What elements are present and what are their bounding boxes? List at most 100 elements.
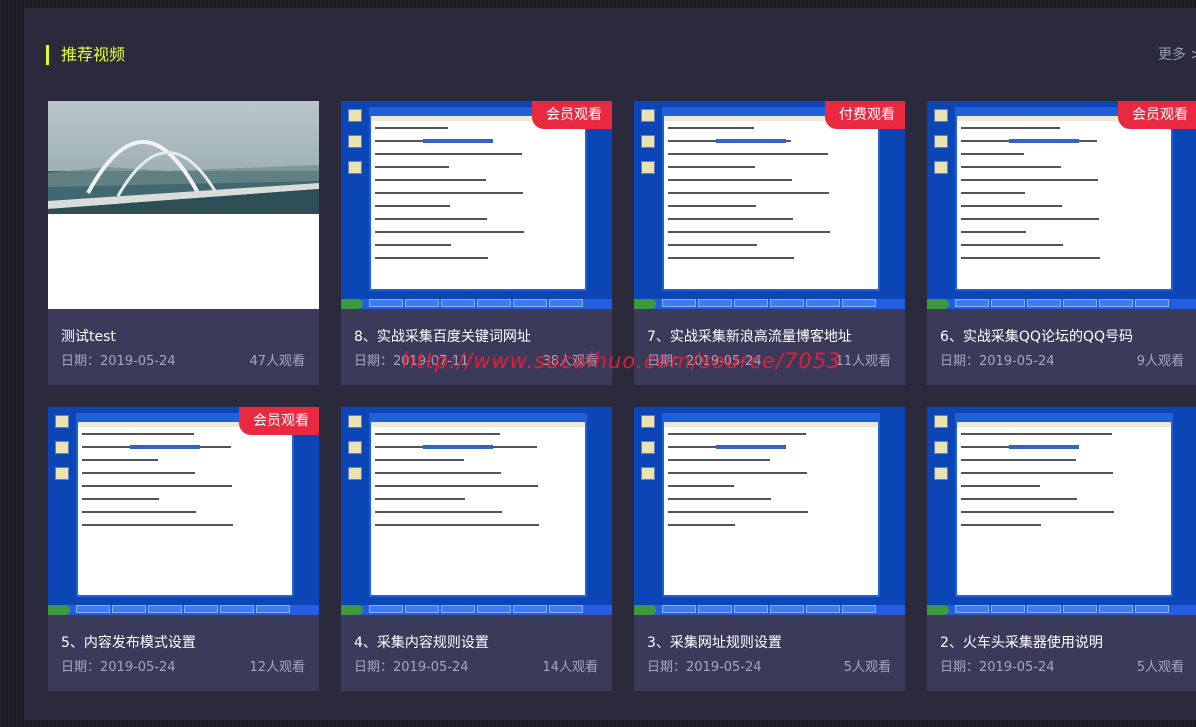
- more-link[interactable]: 更多 >: [1158, 45, 1196, 65]
- video-card[interactable]: 3、采集网址规则设置 日期：2019-05-24 5人观看: [634, 407, 905, 691]
- text-line: [375, 205, 450, 207]
- text-line: [668, 231, 830, 233]
- taskbar-item: [76, 605, 110, 613]
- text-line: [668, 153, 828, 155]
- video-thumbnail[interactable]: [48, 101, 319, 309]
- text-line: [961, 433, 1112, 435]
- text-line: [82, 524, 233, 526]
- taskbar-item: [770, 605, 804, 613]
- video-title[interactable]: 3、采集网址规则设置: [647, 634, 782, 652]
- video-title[interactable]: 6、实战采集QQ论坛的QQ号码: [940, 328, 1133, 346]
- taskbar-item: [148, 605, 182, 613]
- text-line: [961, 192, 1025, 194]
- taskbar-item: [441, 299, 475, 307]
- selection-highlight: [423, 445, 493, 449]
- text-line: [961, 127, 1060, 129]
- video-thumbnail[interactable]: [927, 407, 1196, 615]
- taskbar: [48, 605, 319, 615]
- video-card[interactable]: 付费观看 7、实战采集新浪高流量博客地址 日期：2019-05-24 11人观看: [634, 101, 905, 385]
- video-thumbnail[interactable]: [634, 407, 905, 615]
- video-thumbnail[interactable]: [927, 101, 1196, 309]
- video-title[interactable]: 5、内容发布模式设置: [61, 634, 196, 652]
- start-button: [927, 299, 949, 309]
- video-thumbnail[interactable]: [634, 101, 905, 309]
- desktop-icon: [55, 467, 69, 480]
- taskbar-item: [842, 605, 876, 613]
- taskbar-item: [806, 299, 840, 307]
- text-line: [375, 127, 448, 129]
- view-count: 5人观看: [843, 660, 891, 675]
- taskbar-item: [991, 605, 1025, 613]
- taskbar: [927, 605, 1196, 615]
- taskbar-item: [1063, 605, 1097, 613]
- video-thumbnail[interactable]: [48, 407, 319, 615]
- text-line: [375, 257, 488, 259]
- taskbar-item: [1099, 605, 1133, 613]
- video-title[interactable]: 测试test: [61, 328, 116, 346]
- video-title[interactable]: 7、实战采集新浪高流量博客地址: [647, 328, 852, 346]
- video-card[interactable]: 会员观看 6、实战采集QQ论坛的QQ号码 日期：2019-05-24 9人观看: [927, 101, 1196, 385]
- video-thumbnail[interactable]: [341, 407, 612, 615]
- text-line: [961, 166, 1061, 168]
- text-line: [668, 524, 735, 526]
- window-menubar: [664, 422, 878, 427]
- video-thumbnail[interactable]: [341, 101, 612, 309]
- taskbar: [341, 299, 612, 309]
- video-title[interactable]: 4、采集内容规则设置: [354, 634, 489, 652]
- start-button: [634, 299, 656, 309]
- view-count: 14人观看: [542, 660, 598, 675]
- taskbar-item: [662, 605, 696, 613]
- text-line: [961, 472, 1113, 474]
- text-line: [961, 524, 1041, 526]
- taskbar-item: [256, 605, 290, 613]
- window-menubar: [371, 422, 585, 427]
- text-line: [82, 472, 195, 474]
- desktop-icon: [348, 441, 362, 454]
- text-line: [375, 524, 539, 526]
- taskbar-item: [405, 299, 439, 307]
- video-card[interactable]: 测试test 日期：2019-05-24 47人观看: [48, 101, 319, 385]
- bridge-photo: [48, 101, 319, 309]
- taskbar-item: [1099, 299, 1133, 307]
- window-menubar: [957, 422, 1171, 427]
- text-line: [961, 459, 1076, 461]
- video-title[interactable]: 8、实战采集百度关键词网址: [354, 328, 531, 346]
- notepad-window: [955, 107, 1173, 291]
- video-thumbnail-screenshot: [48, 407, 319, 615]
- text-line: [668, 127, 754, 129]
- text-line: [375, 166, 449, 168]
- selection-highlight: [1009, 445, 1079, 449]
- access-badge: 会员观看: [239, 407, 319, 435]
- video-thumbnail-screenshot: [341, 407, 612, 615]
- taskbar-item: [513, 605, 547, 613]
- text-line: [375, 511, 502, 513]
- desktop-icon: [55, 415, 69, 428]
- video-card[interactable]: 2、火车头采集器使用说明 日期：2019-05-24 5人观看: [927, 407, 1196, 691]
- access-badge: 付费观看: [825, 101, 905, 129]
- text-line: [668, 166, 755, 168]
- text-line: [375, 192, 523, 194]
- video-card[interactable]: 会员观看 8、实战采集百度关键词网址 日期：2019-07-11 38人观看: [341, 101, 612, 385]
- taskbar: [634, 605, 905, 615]
- section-title: 推荐视频: [46, 45, 125, 65]
- text-line: [375, 472, 501, 474]
- desktop-icon: [641, 161, 655, 174]
- video-card[interactable]: 4、采集内容规则设置 日期：2019-05-24 14人观看: [341, 407, 612, 691]
- notepad-window: [369, 107, 587, 291]
- video-thumbnail-screenshot: [634, 101, 905, 309]
- video-card[interactable]: 会员观看 5、内容发布模式设置 日期：2019-05-24 12人观看: [48, 407, 319, 691]
- text-line: [668, 485, 734, 487]
- text-line: [961, 485, 1040, 487]
- desktop-icon: [934, 161, 948, 174]
- taskbar-item: [1135, 605, 1169, 613]
- text-line: [668, 244, 757, 246]
- video-title[interactable]: 2、火车头采集器使用说明: [940, 634, 1103, 652]
- taskbar-item: [1027, 299, 1061, 307]
- start-button: [341, 605, 363, 615]
- text-line: [961, 231, 1026, 233]
- start-button: [927, 605, 949, 615]
- desktop-icon: [348, 161, 362, 174]
- notepad-window: [955, 413, 1173, 597]
- text-line: [82, 433, 194, 435]
- text-line: [961, 179, 1098, 181]
